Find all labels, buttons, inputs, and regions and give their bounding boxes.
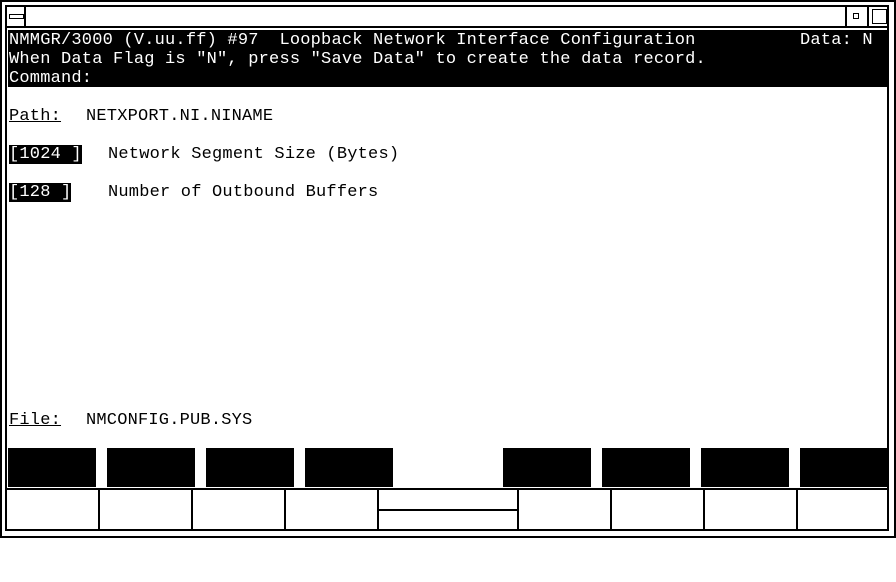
soft-key-slot[interactable] <box>612 490 705 531</box>
soft-key-slot[interactable] <box>798 490 889 531</box>
save-data-key[interactable]: Save Data <box>602 448 690 563</box>
help-key[interactable]: Help <box>701 448 789 506</box>
segment-size-label: Network Segment Size (Bytes) <box>108 145 400 164</box>
instruction-text: When Data Flag is "N", press "Save Data"… <box>9 50 706 69</box>
segment-size-field[interactable]: [1024 ] <box>9 145 82 164</box>
prior-screen-key[interactable]: Prior Screen <box>800 448 888 563</box>
save-data-line2: Data <box>625 544 667 563</box>
prior-screen-line2: Screen <box>813 544 875 563</box>
f5-label <box>503 448 591 449</box>
screen-title: NMMGR/3000 (V.uu.ff) #97 Loopback Networ… <box>9 31 696 50</box>
command-label: Command: <box>9 69 93 88</box>
path-value: NETXPORT.NI.NINAME <box>86 107 274 126</box>
minimize-icon <box>853 13 859 19</box>
soft-key-slot[interactable] <box>519 490 612 531</box>
system-menu-icon <box>9 14 24 19</box>
function-key-f4[interactable] <box>305 448 393 487</box>
file-label: File: <box>9 411 62 430</box>
soft-key-slot[interactable] <box>286 490 379 531</box>
maximize-icon <box>872 9 887 24</box>
soft-key-slot[interactable] <box>193 490 286 531</box>
function-key-f2[interactable] <box>107 448 195 487</box>
path-label: Path: <box>9 107 62 126</box>
function-key-f3[interactable] <box>206 448 294 487</box>
command-input[interactable] <box>96 69 876 87</box>
f3-label <box>206 448 294 449</box>
function-key-f5[interactable] <box>503 448 591 487</box>
outbound-buffers-field[interactable]: [128 ] <box>9 183 72 202</box>
data-flag: Data: N <box>800 31 873 50</box>
soft-key-slot[interactable] <box>705 490 798 531</box>
soft-key-slot[interactable] <box>100 490 193 531</box>
split-divider <box>379 509 517 511</box>
function-key-f1[interactable] <box>8 448 96 487</box>
title-bar[interactable] <box>5 5 889 28</box>
soft-key-slot[interactable] <box>7 490 100 531</box>
f4-label <box>305 448 393 449</box>
f2-label <box>107 448 195 449</box>
outbound-buffers-label: Number of Outbound Buffers <box>108 183 379 202</box>
f1-label <box>8 448 96 449</box>
file-value: NMCONFIG.PUB.SYS <box>86 411 253 430</box>
